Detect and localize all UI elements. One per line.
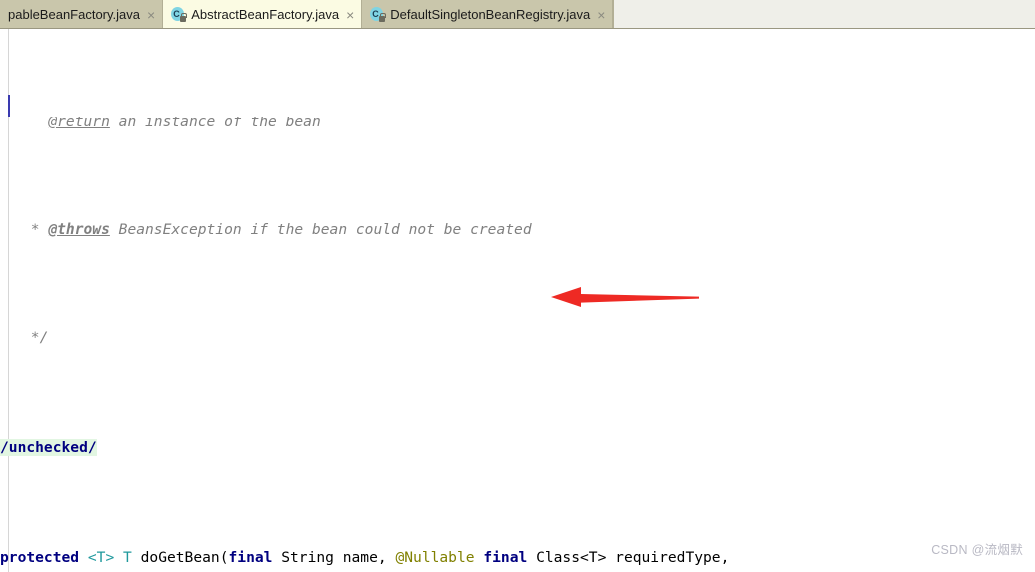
javadoc-return-tag: @return — [48, 117, 110, 130]
code-line-unchecked: /unchecked/ — [0, 437, 1035, 459]
nullable-annotation: @Nullable — [395, 549, 475, 566]
code-line-javadoc-return: @return an instance of the bean — [0, 117, 1035, 131]
tab-AbstractBeanFactory[interactable]: C AbstractBeanFactory.java × — [163, 0, 363, 28]
code-editor[interactable]: @return an instance of the bean * @throw… — [0, 29, 1035, 572]
csdn-watermark: CSDN @流烟默 — [931, 543, 1023, 557]
tab-bar-empty-area — [613, 0, 1035, 28]
unchecked-annotation: /unchecked/ — [0, 439, 97, 456]
close-icon[interactable]: × — [595, 8, 605, 22]
editor-window: pableBeanFactory.java × C AbstractBeanFa… — [0, 0, 1035, 572]
tab-DefaultSingletonBeanRegistry[interactable]: C DefaultSingletonBeanRegistry.java × — [362, 0, 614, 28]
tab-label: pableBeanFactory.java — [8, 7, 141, 22]
javadoc-throws-tag: @throws — [48, 221, 110, 238]
code-line-method-signature: protected <T> T doGetBean(final String n… — [0, 549, 730, 566]
tab-pableBeanFactory[interactable]: pableBeanFactory.java × — [0, 0, 164, 28]
code-line-javadoc-throws: * @throws BeansException if the bean cou… — [22, 221, 532, 238]
java-class-icon: C — [171, 7, 188, 22]
tab-label: DefaultSingletonBeanRegistry.java — [390, 7, 591, 22]
close-icon[interactable]: × — [344, 8, 354, 22]
close-icon[interactable]: × — [145, 8, 155, 22]
tab-label: AbstractBeanFactory.java — [191, 7, 340, 22]
code-line-javadoc-end: */ — [22, 329, 49, 346]
editor-tab-bar: pableBeanFactory.java × C AbstractBeanFa… — [0, 0, 1035, 29]
source-code: @return an instance of the bean * @throw… — [0, 29, 1035, 572]
java-class-icon: C — [370, 7, 387, 22]
